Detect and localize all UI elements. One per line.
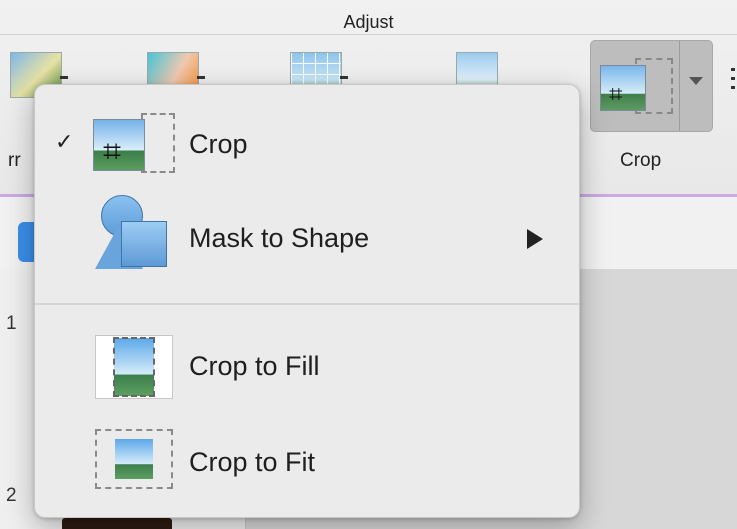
corrections-label-partial: rr: [8, 150, 21, 171]
menu-item-label: Crop: [189, 129, 248, 159]
picture-icon: [600, 65, 646, 111]
menu-item-crop-to-fit[interactable]: Crop to Fit: [35, 411, 581, 501]
chevron-down-icon[interactable]: [197, 76, 205, 79]
split-divider: [679, 41, 680, 131]
menu-item-mask-to-shape[interactable]: Mask to Shape: [35, 181, 581, 291]
menu-divider: [35, 303, 579, 305]
menu-item-crop[interactable]: ✓ ⌗ Crop: [35, 85, 581, 175]
menu-item-label: Crop to Fill: [189, 351, 320, 381]
slide-number: 1: [6, 313, 17, 334]
crop-ribbon-label: Crop: [620, 150, 662, 171]
menu-item-label: Crop to Fit: [189, 447, 316, 477]
ribbon-overflow-edge: [729, 68, 737, 178]
mask-to-shape-icon: [95, 195, 173, 273]
submenu-arrow-icon: [527, 229, 543, 249]
slide-number: 2: [6, 485, 17, 506]
crop-icon: ⌗: [609, 81, 623, 108]
menu-item-crop-to-fill[interactable]: Crop to Fill: [35, 315, 581, 405]
menu-item-label: Mask to Shape: [189, 223, 370, 253]
slide-thumbnail[interactable]: [62, 518, 172, 529]
crop-icon: ⌗: [93, 113, 175, 177]
crop-to-fill-icon: [95, 335, 173, 399]
ribbon-group-title: Adjust: [343, 12, 394, 32]
checkmark-icon: ✓: [55, 129, 74, 154]
crop-ribbon-button[interactable]: ⌗: [590, 40, 713, 132]
crop-to-fit-icon: [95, 429, 173, 489]
chevron-down-icon[interactable]: [340, 76, 348, 79]
chevron-down-icon[interactable]: [60, 76, 68, 79]
chevron-down-icon[interactable]: [689, 77, 703, 85]
ribbon-separator: [0, 34, 737, 35]
crop-dropdown-menu: ✓ ⌗ Crop Mask to Shape Crop to Fill Crop…: [34, 84, 580, 518]
